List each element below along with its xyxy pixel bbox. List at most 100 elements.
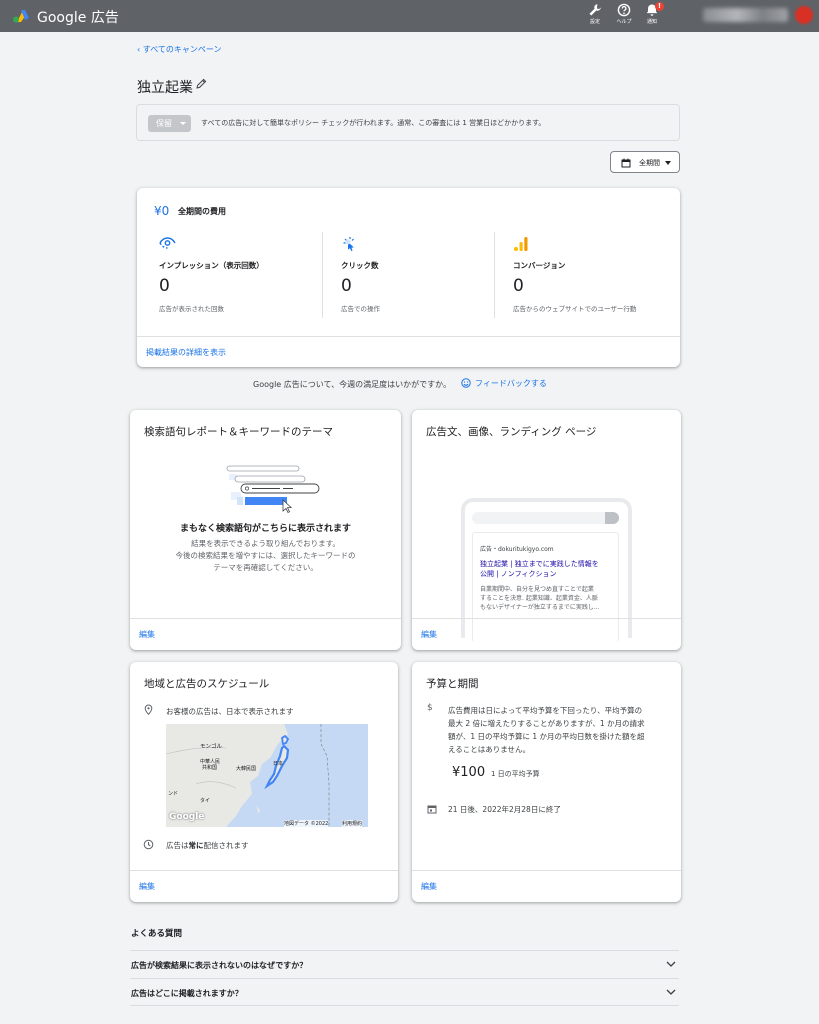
schedule-prefix: 広告は [166, 841, 189, 850]
calendar-icon [621, 158, 631, 168]
map-label: 日本 [273, 761, 284, 767]
notifications-label: 通知 [646, 19, 657, 25]
clock-icon [143, 839, 154, 850]
metric-name: クリック数 [341, 261, 379, 270]
ad-display-url: 広告・dokuritukigyo.com [480, 546, 554, 553]
view-details-link[interactable]: 掲載結果の詳細を表示 [146, 347, 226, 358]
tools-button[interactable]: 設定 [580, 3, 610, 25]
edit-budget-link[interactable]: 編集 [421, 881, 437, 892]
map-label: モンゴル [200, 744, 223, 750]
notifications-button[interactable]: ! 通知 [637, 2, 667, 25]
feedback-link-label: フィードバックする [475, 379, 547, 388]
search-terms-illustration [226, 465, 320, 514]
back-to-campaigns-link[interactable]: ‹ すべてのキャンペーン [137, 44, 221, 55]
metric-conversions: コンバージョン 0 広告からのウェブサイトでのユーザー行動 [513, 234, 680, 318]
map-label: ンド [168, 791, 179, 797]
body-line: 結果を表示できるよう取り組んでおります。 [191, 539, 340, 548]
tools-label: 設定 [589, 19, 600, 25]
location-pin-icon [144, 704, 153, 715]
map-label: 大韓民国 [236, 766, 257, 772]
ads-card: 広告文、画像、ランディング ページ 広告・dokuritukigyo.com 独… [412, 410, 681, 650]
edit-keywords-link[interactable]: 編集 [139, 629, 155, 640]
ad-preview-phone: 広告・dokuritukigyo.com 独立起業 | 独立までに実践した情報を… [461, 498, 632, 642]
map-attribution: 地図データ ©2022 [284, 820, 329, 827]
schedule-suffix: 配信されます [203, 841, 249, 850]
map-label: タイ [200, 798, 211, 804]
notification-badge: ! [655, 2, 664, 11]
card-title: 検索語句レポート＆キーワードのテーマ [144, 426, 333, 438]
map-label: 共和国 [202, 765, 218, 771]
policy-review-banner: 保留 すべての広告に対して簡単なポリシー チェックが行われます。通常、この審査に… [136, 104, 680, 141]
status-label: 保留 [156, 119, 172, 128]
page-title: 独立起業 [137, 80, 193, 96]
description-line: えることはありません。 [448, 745, 531, 754]
dollar-icon: $ [427, 703, 433, 713]
schedule-emphasis: 常に [188, 841, 204, 850]
satisfaction-question: Google 広告について、今週の満足度はいかがですか。 [253, 380, 451, 389]
calendar-icon [427, 805, 437, 814]
total-cost-value: ¥0 [154, 204, 170, 218]
body-line: 今後の検索結果を増やすには、選択したキーワードの [175, 551, 356, 560]
headline-line: 独立起業 | 独立までに実践した情報を [480, 560, 599, 568]
budget-description: 広告費用は日によって平均予算を下回ったり、平均予算の 最大 2 倍に増えたりする… [448, 704, 673, 756]
click-icon [343, 237, 354, 251]
divider [412, 618, 681, 619]
body-line: テーマを再確認してください。 [213, 563, 318, 572]
targeting-map[interactable]: モンゴル 中華人民 共和国 大韓民国 日本 タイ ンド Google 地図データ… [166, 724, 368, 827]
metric-clicks: クリック数 0 広告での操作 [341, 234, 511, 318]
caret-down-icon [665, 161, 671, 165]
wrench-icon [589, 4, 601, 16]
metric-value: 0 [341, 276, 352, 296]
google-map-logo[interactable]: Google [169, 812, 204, 822]
ad-preview: 広告・dokuritukigyo.com 独立起業 | 独立までに実践した情報を… [472, 532, 619, 642]
feedback-link[interactable]: フィードバックする [461, 378, 547, 389]
pencil-icon[interactable] [195, 78, 207, 90]
divider [137, 336, 680, 337]
card-title: 広告文、画像、ランディング ページ [426, 426, 597, 438]
policy-message: すべての広告に対して簡単なポリシー チェックが行われます。通常、この審査には 1… [201, 119, 546, 127]
account-info[interactable] [703, 8, 788, 22]
eye-icon [159, 237, 176, 249]
avatar[interactable] [795, 6, 813, 24]
metric-name: インプレッション（表示回数） [159, 261, 264, 270]
status-dropdown[interactable]: 保留 [148, 115, 191, 132]
chevron-down-icon [666, 961, 676, 967]
search-terms-card: 検索語句レポート＆キーワードのテーマ まもなく検索語句がこちらに表示されます 結… [130, 410, 401, 650]
smiley-icon [461, 378, 471, 388]
faq-item[interactable]: 広告が検索結果に表示されないのはなぜですか？ [130, 950, 679, 978]
help-button[interactable]: ヘルプ [609, 3, 639, 25]
faq-item[interactable]: 広告はどこに掲載されますか？ [130, 978, 679, 1006]
total-cost-label: 全期間の費用 [178, 207, 226, 216]
date-range-button[interactable]: 全期間 [610, 151, 680, 173]
end-date-text: 21 日後、2022年2月28日に終了 [448, 805, 561, 814]
map-terms-link[interactable]: 利用規約 [342, 820, 363, 827]
daily-budget-value: ¥100 [452, 765, 486, 780]
help-icon [617, 3, 631, 17]
metric-value: 0 [159, 276, 170, 296]
daily-budget-label: 1 日の平均予算 [491, 770, 540, 778]
caret-down-icon [180, 122, 186, 125]
schedule-text: 広告は常に配信されます [166, 840, 249, 851]
brand-name[interactable]: Google 広告 [37, 7, 119, 27]
description-line: もないデザイナーが独立するまでに実践し... [480, 604, 600, 611]
faq-question: 広告が検索結果に表示されないのはなぜですか？ [131, 961, 308, 970]
help-label: ヘルプ [616, 19, 632, 25]
headline-line: 公開 | ノンフィクション [480, 570, 557, 578]
divider [130, 618, 401, 619]
faq-question: 広告はどこに掲載されますか？ [131, 989, 243, 998]
divider [412, 870, 681, 871]
ad-headline: 独立起業 | 独立までに実践した情報を 公開 | ノンフィクション [480, 559, 620, 579]
metric-description: 広告が表示された回数 [159, 305, 224, 313]
location-text: お客様の広告は、日本で表示されます [166, 707, 294, 716]
edit-ads-link[interactable]: 編集 [421, 629, 437, 640]
divider [494, 232, 495, 318]
search-terms-heading: まもなく検索語句がこちらに表示されます [179, 524, 351, 534]
date-range-label: 全期間 [639, 159, 660, 167]
google-ads-logo-icon[interactable] [12, 7, 30, 23]
preview-search-bar [472, 512, 619, 524]
ad-description: 自業期間中、自分を見つめ直すことで起業 することを決意. 起業知識、起業資金、人… [480, 585, 620, 612]
search-icon [605, 512, 619, 524]
back-link-label: すべてのキャンペーン [142, 45, 222, 54]
description-line: 額が、1 日の平均予算に 1 か月の平均日数を掛けた額を超 [448, 732, 645, 741]
edit-location-link[interactable]: 編集 [139, 881, 155, 892]
